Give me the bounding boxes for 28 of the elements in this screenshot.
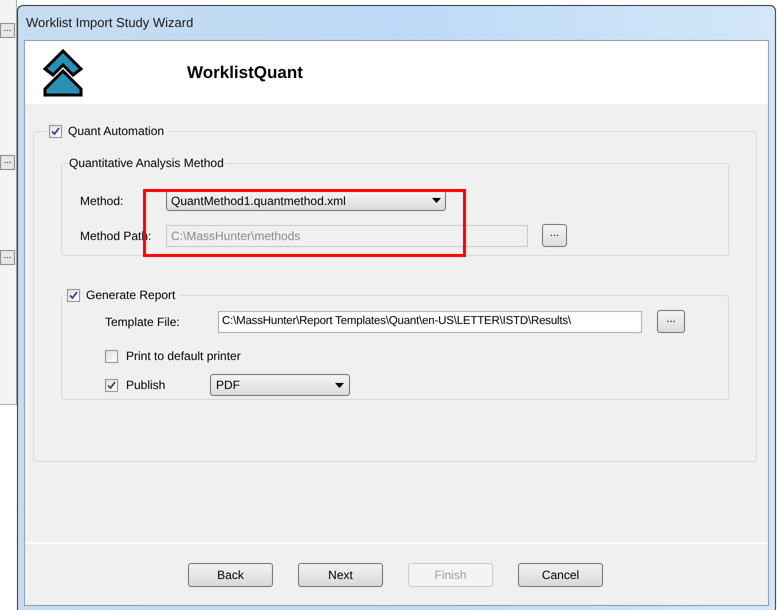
wizard-button[interactable]: Next bbox=[298, 562, 383, 586]
checkbox[interactable] bbox=[67, 288, 80, 302]
checkbox-label: Print to default printer bbox=[126, 348, 241, 365]
wizard-title: WorklistQuant bbox=[187, 62, 303, 84]
method-dropdown[interactable]: QuantMethod1.quantmethod.xml bbox=[166, 190, 446, 211]
checkbox-label: Quant Automation bbox=[68, 123, 164, 140]
browse-button[interactable]: ... bbox=[0, 250, 15, 265]
dropdown-arrow-icon bbox=[432, 198, 441, 203]
checkbox-label: Generate Report bbox=[86, 287, 176, 304]
field-label: Template File: bbox=[105, 314, 181, 330]
browse-button[interactable]: ... bbox=[0, 155, 15, 170]
checkbox[interactable] bbox=[105, 350, 118, 362]
wizard-button[interactable]: Cancel bbox=[518, 562, 603, 586]
dropdown-value: QuantMethod1.quantmethod.xml bbox=[171, 192, 346, 210]
dropdown-value: PDF bbox=[216, 377, 240, 394]
checkbox[interactable] bbox=[49, 124, 62, 138]
group-title: Quantitative Analysis Method bbox=[68, 155, 225, 172]
wizard-button[interactable]: Back bbox=[188, 562, 273, 586]
window-title: Worklist Import Study Wizard bbox=[25, 14, 194, 32]
browse-button[interactable]: ... bbox=[0, 23, 15, 38]
format-dropdown[interactable]: PDF bbox=[210, 374, 350, 396]
browse-button[interactable]: ... bbox=[657, 310, 685, 333]
checkbox-label: Publish bbox=[126, 377, 166, 394]
field-label: Method: bbox=[80, 192, 124, 210]
template-file-field[interactable]: C:\MassHunter\Report Templates\Quant\en-US\LETTER\ISTD\Results\ bbox=[218, 310, 642, 332]
double-chevron-logo-icon bbox=[43, 48, 83, 96]
dropdown-arrow-icon bbox=[335, 382, 344, 388]
checkbox[interactable] bbox=[105, 378, 118, 392]
